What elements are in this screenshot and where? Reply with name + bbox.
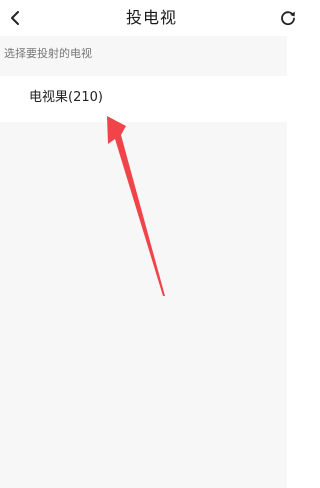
section-label: 选择要投射的电视 [4, 47, 92, 60]
device-item[interactable]: 电视果(210) [0, 76, 287, 122]
refresh-icon [281, 11, 295, 26]
device-name: 电视果(210) [29, 90, 103, 105]
page-title: 投电视 [125, 8, 177, 27]
cast-to-tv-screen: 投电视 选择要投射的电视 电视果(210) [0, 0, 303, 488]
top-bar: 投电视 [0, 0, 303, 36]
refresh-button[interactable] [277, 6, 299, 30]
